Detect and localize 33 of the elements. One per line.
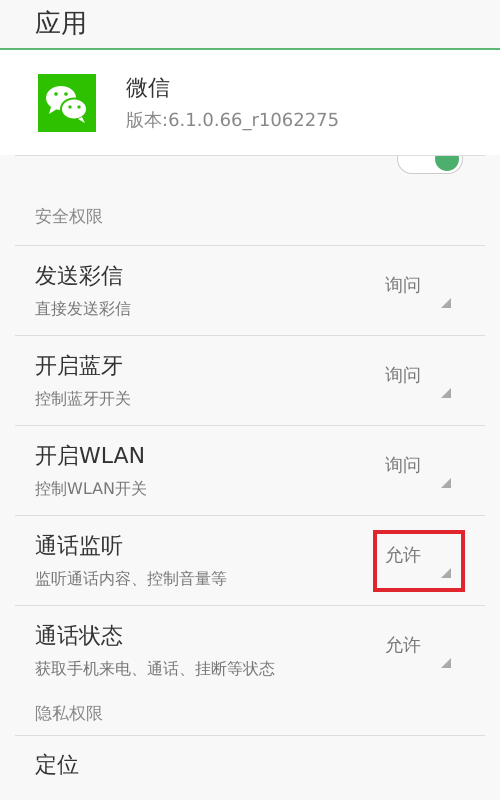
permission-row[interactable]: 开启WLAN 控制WLAN开关 询问 <box>15 425 485 515</box>
permission-title: 开启蓝牙 <box>35 353 124 381</box>
permission-title: 通话状态 <box>35 623 124 651</box>
section-header: 安全权限 <box>35 206 103 229</box>
permission-title: 通话监听 <box>35 533 124 561</box>
permission-description: 控制WLAN开关 <box>35 478 148 500</box>
screen-title: 应用 <box>35 8 87 40</box>
permission-row[interactable]: 开启蓝牙 控制蓝牙开关 询问 <box>15 335 485 425</box>
dropdown-corner-icon <box>441 568 451 578</box>
permission-dropdown[interactable]: 询问 <box>373 440 465 502</box>
permission-dropdown[interactable]: 允许 <box>373 620 465 682</box>
permission-title: 开启WLAN <box>35 443 146 471</box>
dropdown-corner-icon <box>441 388 451 398</box>
permission-row[interactable]: 通话监听 监听通话内容、控制音量等 允许 <box>15 515 485 605</box>
permission-dropdown[interactable]: 允许 <box>373 530 465 592</box>
app-version: 版本:6.1.0.66_r1062275 <box>126 108 340 132</box>
app-name: 微信 <box>126 74 171 102</box>
permission-description: 直接发送彩信 <box>35 298 131 320</box>
dropdown-corner-icon <box>441 658 451 668</box>
permission-title: 定位 <box>35 752 79 780</box>
permission-row[interactable]: 通话状态 获取手机来电、通话、挂断等状态 允许 <box>15 605 485 695</box>
permission-description: 监听通话内容、控制音量等 <box>35 568 227 590</box>
permission-description: 控制蓝牙开关 <box>35 388 131 410</box>
permission-description: 获取手机来电、通话、挂断等状态 <box>35 658 275 680</box>
permission-title: 发送彩信 <box>35 263 124 291</box>
dropdown-corner-icon <box>441 478 451 488</box>
section-header: 隐私权限 <box>35 703 103 726</box>
permission-dropdown[interactable]: 询问 <box>373 260 465 322</box>
permission-row[interactable]: 发送彩信 直接发送彩信 询问 <box>15 245 485 335</box>
chat-bubbles-icon <box>38 74 96 132</box>
dropdown-corner-icon <box>441 298 451 308</box>
permission-row[interactable]: 定位 <box>15 735 485 795</box>
permission-dropdown[interactable]: 询问 <box>373 350 465 412</box>
